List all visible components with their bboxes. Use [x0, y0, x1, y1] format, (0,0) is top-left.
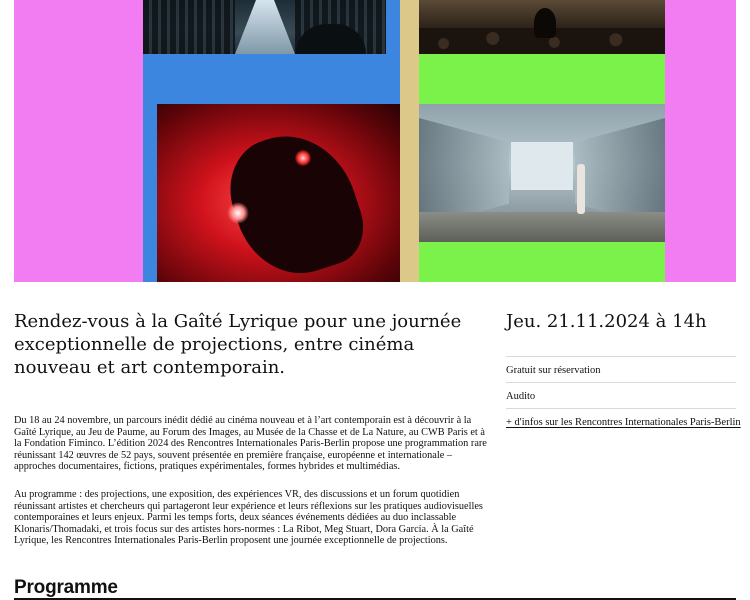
red-microscope-image: [157, 104, 400, 282]
hero-collage: [14, 0, 736, 282]
more-info-link[interactable]: + d'infos sur les Rencontres Internation…: [506, 417, 741, 428]
venue-info: Audito: [506, 382, 736, 409]
auditorium-image: [419, 0, 665, 54]
more-info-row: + d'infos sur les Rencontres Internation…: [506, 408, 741, 435]
event-date: Jeu. 21.11.2024 à 14h: [506, 311, 707, 332]
beige-divider: [400, 0, 419, 282]
gallery-vitrines-image: [419, 104, 665, 242]
event-description-paragraph: Du 18 au 24 novembre, un parcours inédit…: [14, 415, 487, 473]
event-intro-heading: Rendez-vous à la Gaîté Lyrique pour une …: [14, 311, 462, 378]
price-info: Gratuit sur réservation: [506, 356, 736, 383]
programme-section-title: Programme: [14, 577, 118, 598]
event-programme-paragraph: Au programme : des projections, une expo…: [14, 489, 483, 547]
data-center-image: [143, 0, 386, 54]
